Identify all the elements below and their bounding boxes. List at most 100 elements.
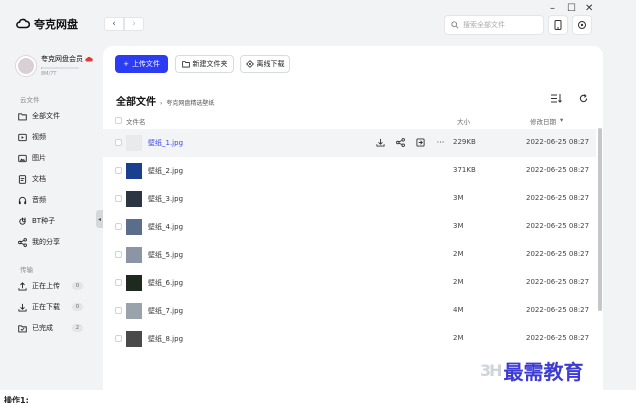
search-icon: [451, 21, 459, 29]
table-row[interactable]: 壁纸_3.jpg 3M 2022-06-25 08:27: [103, 185, 596, 213]
table-header: 文件名 大小 修改日期 ▾: [113, 114, 593, 128]
new-folder-button[interactable]: 新建文件夹: [175, 55, 234, 73]
file-size: 2M: [453, 250, 464, 258]
row-checkbox[interactable]: [115, 307, 122, 314]
sidebar-item-video[interactable]: 视频: [18, 129, 93, 145]
sidebar-item-label: BT种子: [32, 217, 56, 225]
row-checkbox[interactable]: [115, 223, 122, 230]
phone-button[interactable]: [548, 15, 568, 35]
sort-icon: [550, 93, 562, 103]
file-name[interactable]: 壁纸_4.jpg: [148, 222, 183, 232]
sidebar-item-my-share[interactable]: 我的分享: [18, 234, 93, 250]
file-size: 4M: [453, 306, 464, 314]
sidebar-item-uploading[interactable]: 正在上传 0: [18, 278, 93, 294]
plus-icon: +: [123, 60, 129, 68]
sort-button[interactable]: [550, 92, 562, 104]
section-cloud-label: 云文件: [20, 96, 40, 104]
refresh-button[interactable]: [577, 92, 589, 104]
quota-bar: [41, 67, 79, 69]
breadcrumb-root[interactable]: 全部文件: [116, 93, 156, 108]
file-name[interactable]: 壁纸_5.jpg: [148, 250, 183, 260]
settings-button[interactable]: [572, 15, 592, 35]
header-name[interactable]: 文件名: [126, 116, 146, 126]
header-date[interactable]: 修改日期: [530, 116, 556, 126]
row-checkbox[interactable]: [115, 139, 122, 146]
sidebar-item-bt[interactable]: BT种子: [18, 213, 93, 229]
file-thumbnail: [126, 275, 142, 291]
file-date: 2022-06-25 08:27: [526, 138, 590, 146]
watermark-logo: 3H: [480, 360, 502, 380]
table-row[interactable]: 壁纸_6.jpg 2M 2022-06-25 08:27: [103, 269, 596, 297]
header-size[interactable]: 大小: [457, 116, 470, 126]
history-nav: ‹ ›: [104, 17, 144, 31]
forward-button[interactable]: ›: [124, 17, 144, 31]
scrollbar[interactable]: [598, 128, 602, 311]
new-folder-icon: [181, 61, 190, 68]
minimize-button[interactable]: –: [550, 3, 555, 14]
search-input[interactable]: [463, 21, 543, 29]
user-card[interactable]: 夸克网盘会员 8M/7T: [16, 54, 93, 77]
video-icon: [18, 133, 27, 141]
sidebar-item-all-files[interactable]: 全部文件: [18, 108, 93, 124]
table-row[interactable]: 壁纸_2.jpg 371KB 2022-06-25 08:27: [103, 157, 596, 185]
row-checkbox[interactable]: [115, 195, 122, 202]
upload-count-badge: 0: [72, 282, 83, 290]
sidebar-item-label: 音频: [32, 196, 46, 204]
sidebar-item-downloading[interactable]: 正在下载 0: [18, 299, 93, 315]
user-name-row: 夸克网盘会员: [41, 54, 93, 64]
row-checkbox[interactable]: [115, 335, 122, 342]
folder-icon: [18, 112, 27, 120]
more-icon[interactable]: ···: [435, 137, 446, 148]
app-name: 夸克网盘: [34, 18, 78, 31]
upload-button[interactable]: + 上传文件: [115, 55, 168, 73]
gear-icon: [578, 21, 586, 29]
row-checkbox[interactable]: [115, 251, 122, 258]
sidebar-item-label: 全部文件: [32, 112, 60, 120]
file-name[interactable]: 壁纸_1.jpg: [148, 138, 183, 148]
download-icon: [18, 303, 27, 312]
sidebar: 夸克网盘会员 8M/7T 云文件 全部文件 视频 图片 文档 音频 BT种子 我…: [0, 46, 103, 390]
sidebar-item-images[interactable]: 图片: [18, 150, 93, 166]
save-action-icon[interactable]: [415, 137, 426, 148]
share-action-icon[interactable]: [395, 137, 406, 148]
row-checkbox[interactable]: [115, 279, 122, 286]
file-thumbnail: [126, 163, 142, 179]
offline-download-button-label: 离线下载: [256, 60, 285, 68]
download-action-icon[interactable]: [375, 137, 386, 148]
sidebar-item-label: 正在下载: [32, 303, 60, 311]
file-name[interactable]: 壁纸_8.jpg: [148, 334, 183, 344]
sidebar-item-completed[interactable]: 已完成 2: [18, 320, 93, 336]
table-row[interactable]: 壁纸_5.jpg 2M 2022-06-25 08:27: [103, 241, 596, 269]
back-button[interactable]: ‹: [104, 17, 124, 31]
file-thumbnail: [126, 331, 142, 347]
sidebar-collapse-handle[interactable]: ◂: [96, 210, 103, 228]
table-row[interactable]: 壁纸_8.jpg 2M 2022-06-25 08:27: [103, 325, 596, 353]
close-button[interactable]: ✕: [585, 3, 593, 14]
sidebar-item-audio[interactable]: 音频: [18, 192, 93, 208]
file-name[interactable]: 壁纸_7.jpg: [148, 306, 183, 316]
sort-desc-icon: ▾: [560, 116, 564, 124]
file-size: 2M: [453, 334, 464, 342]
row-checkbox[interactable]: [115, 167, 122, 174]
completed-icon: [18, 324, 27, 332]
offline-download-button[interactable]: 离线下载: [240, 55, 290, 73]
table-row[interactable]: 壁纸_7.jpg 4M 2022-06-25 08:27: [103, 297, 596, 325]
file-date: 2022-06-25 08:27: [526, 222, 590, 230]
table-row[interactable]: 壁纸_4.jpg 3M 2022-06-25 08:27: [103, 213, 596, 241]
maximize-button[interactable]: ☐: [567, 3, 576, 14]
sidebar-item-label: 文档: [32, 175, 46, 183]
select-all-checkbox[interactable]: [115, 117, 122, 124]
search-box[interactable]: [444, 15, 544, 35]
sidebar-item-label: 已完成: [32, 324, 53, 332]
breadcrumb-current: 夸克网盘精选壁纸: [166, 100, 215, 107]
file-name[interactable]: 壁纸_3.jpg: [148, 194, 183, 204]
file-name[interactable]: 壁纸_2.jpg: [148, 166, 183, 176]
avatar[interactable]: [16, 55, 36, 76]
chevron-right-icon: ›: [160, 100, 163, 107]
file-date: 2022-06-25 08:27: [526, 166, 590, 174]
sidebar-item-documents[interactable]: 文档: [18, 171, 93, 187]
file-thumbnail: [126, 219, 142, 235]
file-thumbnail: [126, 303, 142, 319]
table-row[interactable]: 壁纸_1.jpg ··· 229KB 2022-06-25 08:27: [103, 129, 596, 157]
file-name[interactable]: 壁纸_6.jpg: [148, 278, 183, 288]
